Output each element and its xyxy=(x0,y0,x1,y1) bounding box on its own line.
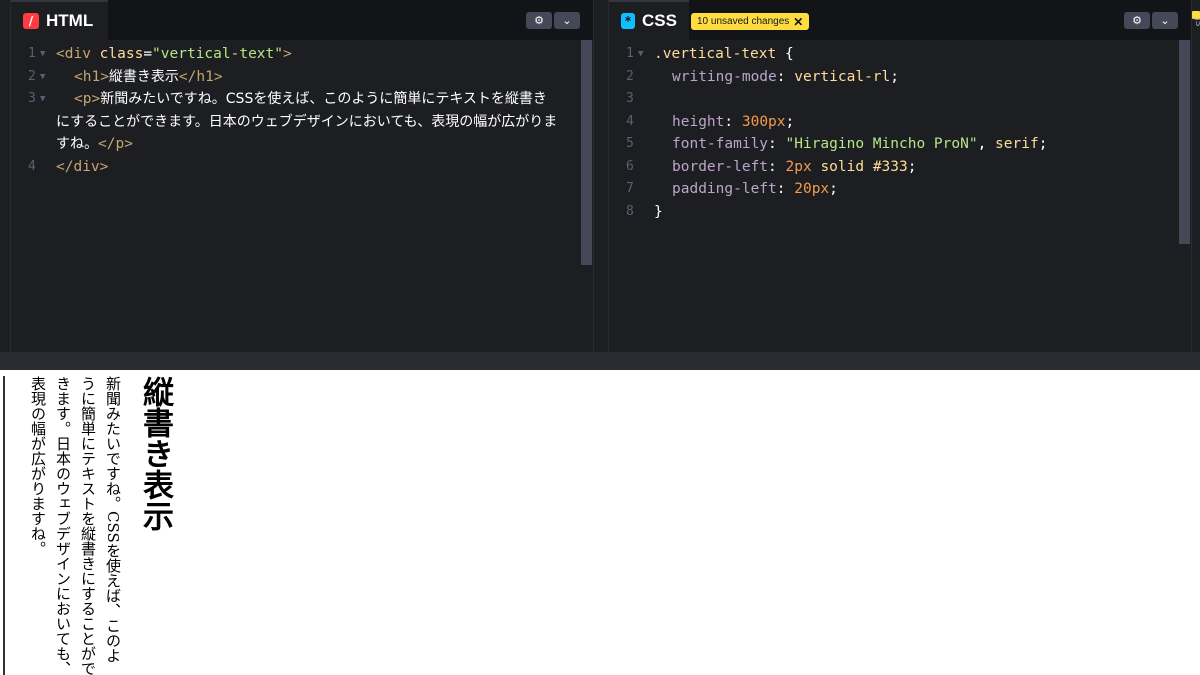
code-token: = xyxy=(143,46,153,62)
css-pane-header: * CSS 10 unsaved changes ✕ ⚙ ⌄ xyxy=(609,0,1191,40)
code-token: .vertical-text xyxy=(654,46,777,62)
code-token: solid #333 xyxy=(820,158,908,175)
preview-area: 縦書き表示 新聞みたいですね。CSSを使えば、このように簡単にテキストを縦書きに… xyxy=(0,370,1200,675)
fold-icon[interactable]: ▼ xyxy=(40,66,45,89)
css-code-editor[interactable]: 1 ▼ .vertical-text { 2 writing-mode: ver… xyxy=(609,40,1191,352)
code-token: padding-left xyxy=(672,181,777,197)
html-icon: / xyxy=(23,13,39,29)
css-tab-label: CSS xyxy=(642,11,677,30)
html-code-editor[interactable]: 1 ▼ <div class="vertical-text"> 2 ▼ <h1>… xyxy=(11,40,593,352)
code-token: vertical-rl xyxy=(794,68,891,85)
code-token: </h1> xyxy=(178,68,223,85)
preview-heading: 縦書き表示 xyxy=(137,376,173,531)
code-token: 縦書き表示 xyxy=(108,68,179,85)
middle-resize-handle[interactable] xyxy=(593,0,609,352)
code-token: font-family xyxy=(672,136,769,152)
html-editor-pane: / HTML ⚙ ⌄ 1 ▼ <div class="vertical-text… xyxy=(11,0,593,352)
unsaved-changes-badge[interactable]: 10 unsaved changes ✕ xyxy=(691,13,810,30)
editor-area: / HTML ⚙ ⌄ 1 ▼ <div class="vertical-text… xyxy=(0,0,1200,352)
css-collapse-button[interactable]: ⌄ xyxy=(1152,12,1178,29)
preview-resize-bar[interactable] xyxy=(0,352,1200,370)
chevron-down-icon: ⌄ xyxy=(562,14,572,27)
code-token: height xyxy=(672,113,725,130)
code-token: } xyxy=(654,203,663,220)
code-token: </p> xyxy=(98,136,133,152)
line-number: 8 xyxy=(626,203,634,219)
fold-icon[interactable]: ▼ xyxy=(40,43,45,66)
css-editor-pane: * CSS 10 unsaved changes ✕ ⚙ ⌄ 1 ▼ .vert… xyxy=(609,0,1191,352)
code-token: class xyxy=(99,46,144,62)
gear-icon: ⚙ xyxy=(1132,14,1142,27)
line-number: 2 xyxy=(626,68,634,84)
code-token: writing-mode xyxy=(672,68,777,85)
chevron-down-icon: ⌄ xyxy=(1160,14,1170,27)
css-icon: * xyxy=(621,13,636,29)
html-collapse-button[interactable]: ⌄ xyxy=(554,12,580,29)
code-token: </div> xyxy=(56,158,109,175)
code-token: border-left xyxy=(672,158,769,175)
html-scrollbar[interactable] xyxy=(581,40,592,265)
code-token: { xyxy=(784,46,794,62)
line-number: 6 xyxy=(626,158,634,174)
preview-paragraph: 新聞みたいですね。CSSを使えば、このように簡単にテキストを縦書きにすることがで… xyxy=(29,376,122,675)
line-number: 7 xyxy=(626,181,634,196)
fold-icon[interactable]: ▼ xyxy=(638,43,643,66)
left-resize-handle[interactable] xyxy=(0,0,11,352)
gear-icon: ⚙ xyxy=(534,14,544,27)
html-settings-button[interactable]: ⚙ xyxy=(526,12,552,29)
js-pane-label: JS xyxy=(1193,18,1200,27)
code-token: "vertical-text" xyxy=(152,46,283,62)
css-settings-button[interactable]: ⚙ xyxy=(1124,12,1150,29)
line-number: 4 xyxy=(28,158,36,174)
code-token: <h1> xyxy=(74,68,109,85)
code-token: 20px xyxy=(794,181,830,197)
css-scrollbar[interactable] xyxy=(1179,40,1190,244)
code-token: 2px xyxy=(785,158,812,175)
fold-icon[interactable]: ▼ xyxy=(40,88,45,111)
line-number: 3 xyxy=(626,91,634,106)
code-token: 300px xyxy=(741,113,786,130)
line-number: 5 xyxy=(626,136,634,151)
css-tab[interactable]: * CSS xyxy=(609,0,689,40)
html-tab-label: HTML xyxy=(46,11,94,30)
unsaved-changes-label: 10 unsaved changes xyxy=(697,16,790,27)
code-token: "Hiragino Mincho ProN" xyxy=(785,136,978,152)
right-resize-handle[interactable]: JS xyxy=(1191,0,1200,352)
code-token: serif xyxy=(995,136,1039,152)
html-pane-header: / HTML ⚙ ⌄ xyxy=(11,0,593,40)
vertical-text-container: 縦書き表示 新聞みたいですね。CSSを使えば、このように簡単にテキストを縦書きに… xyxy=(3,376,178,675)
code-token: <p> xyxy=(74,91,101,107)
close-icon[interactable]: ✕ xyxy=(793,16,803,28)
code-token: <div xyxy=(56,46,91,62)
line-number: 4 xyxy=(626,113,634,129)
code-token: > xyxy=(283,46,292,62)
html-tab[interactable]: / HTML xyxy=(11,0,108,40)
